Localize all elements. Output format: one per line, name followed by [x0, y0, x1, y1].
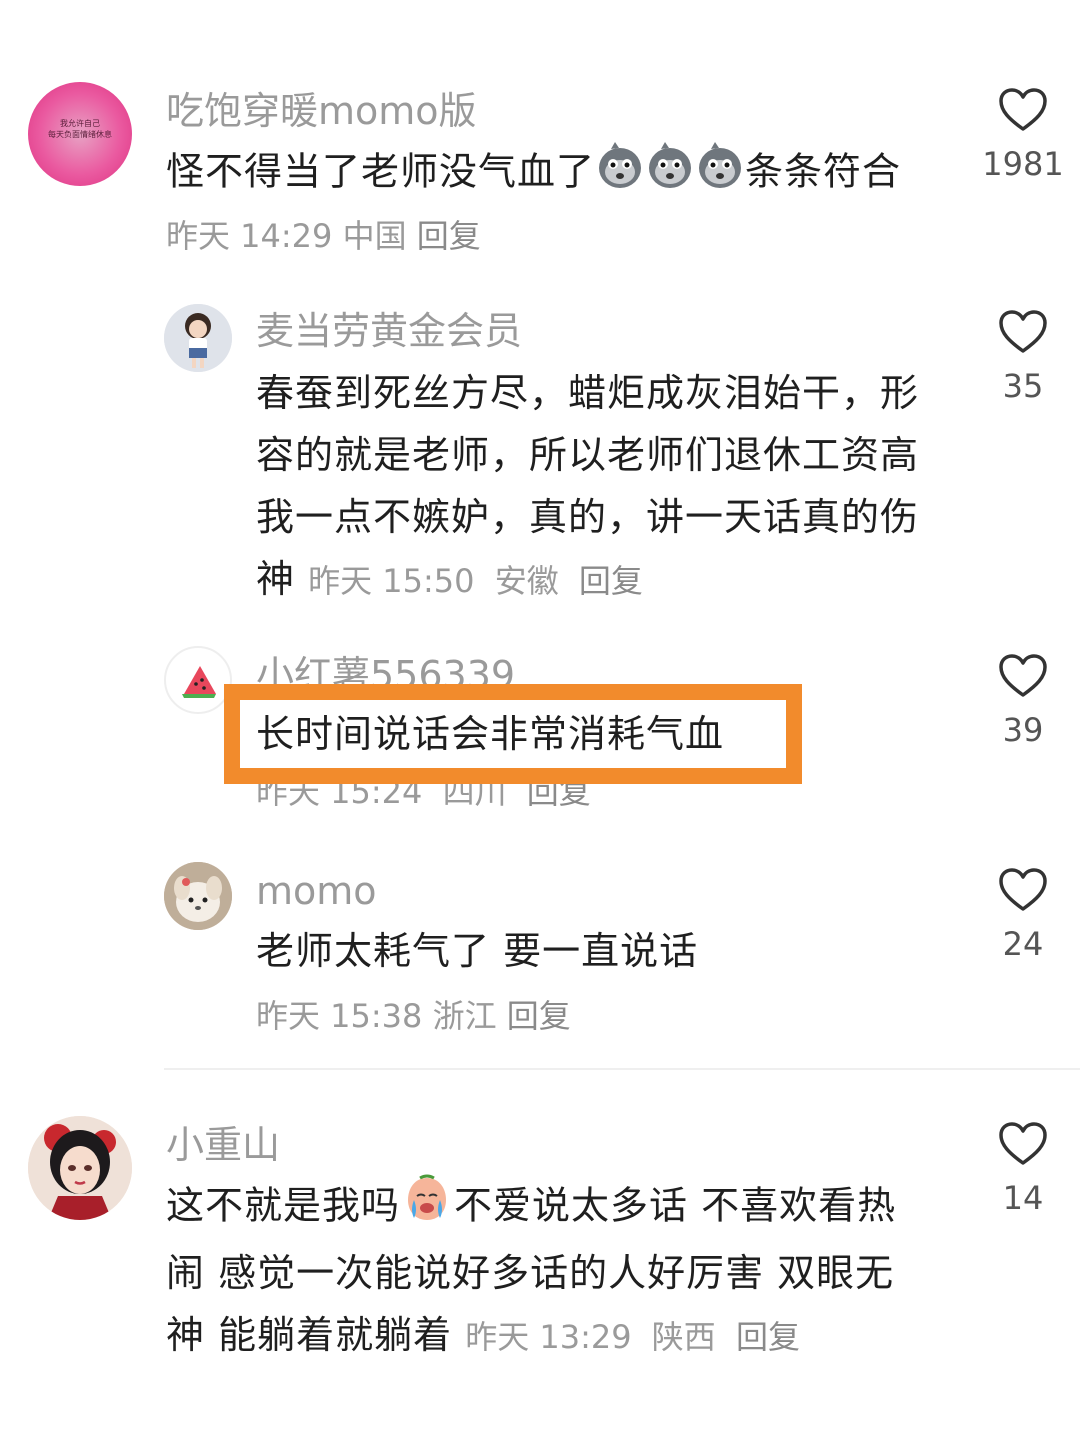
comment-location: 中国	[342, 217, 407, 255]
comment-location: 陕西	[651, 1318, 716, 1356]
sad-face-emoji	[647, 140, 693, 208]
sad-face-emoji	[597, 140, 643, 208]
like-button[interactable]: 1981	[968, 88, 1078, 182]
comment-text-part: 这不就是我吗	[166, 1183, 401, 1228]
comment-text: 老师太耗气了 要一直说话	[256, 929, 699, 973]
avatar[interactable]	[164, 862, 232, 930]
comment-meta: 昨天 15:50 安徽 回复	[308, 562, 643, 600]
comment-text-part: 怪不得当了老师没气血了	[166, 149, 596, 194]
comment-time: 昨天 15:50	[308, 562, 475, 600]
avatar[interactable]	[28, 1116, 132, 1220]
comment-time: 昨天 13:29	[465, 1318, 632, 1356]
like-button[interactable]: 35	[968, 310, 1078, 404]
avatar-ancient-girl-icon	[28, 1116, 132, 1220]
like-count: 1981	[982, 145, 1064, 183]
reply-button[interactable]: 回复	[417, 217, 481, 255]
comment-author[interactable]: 小红薯556339	[256, 652, 656, 684]
reply-button[interactable]: 回复	[736, 1318, 800, 1356]
comment-location: 四川	[442, 784, 507, 811]
reply-button[interactable]: 回复	[507, 997, 571, 1035]
like-button[interactable]: 39	[968, 654, 1078, 748]
comment-time: 昨天 15:24	[256, 784, 423, 811]
avatar[interactable]	[164, 304, 232, 372]
reply-button[interactable]: 回复	[579, 562, 643, 600]
name-clip: 小红薯556339	[256, 648, 656, 684]
comment-location: 浙江	[432, 997, 497, 1035]
comment-location: 安徽	[494, 562, 559, 600]
avatar-girl-icon	[164, 304, 232, 372]
comment-meta: 昨天 15:38 浙江 回复	[256, 996, 571, 1036]
comment-author[interactable]: momo	[256, 868, 377, 914]
sad-face-emoji	[697, 140, 743, 208]
heart-icon	[999, 310, 1047, 353]
comment-author[interactable]: 麦当劳黄金会员	[256, 308, 522, 354]
comment-author[interactable]: 小重山	[166, 1122, 280, 1168]
comment-meta: 昨天 14:29 中国 回复	[166, 216, 481, 256]
comment-time: 昨天 15:38	[256, 997, 423, 1035]
avatar-dog-icon	[164, 862, 232, 930]
comment-time: 昨天 14:29	[166, 217, 333, 255]
heart-icon	[999, 1122, 1047, 1165]
watermelon-icon	[182, 666, 216, 698]
comment-text: 长时间说话会非常消耗气血	[256, 712, 725, 756]
like-count: 35	[1002, 367, 1044, 405]
avatar[interactable]: 我允许自己 每天负面情绪休息	[28, 82, 132, 186]
divider	[164, 1068, 1080, 1070]
comment-text: 怪不得当了老师没气血了 条条符合	[166, 140, 956, 208]
like-count: 24	[1002, 925, 1044, 963]
comment-text: 这不就是我吗 不爱说太多话 不喜欢看热闹 感觉一次能说好多话的人好厉害 双眼无神 …	[166, 1174, 926, 1368]
heart-icon	[999, 88, 1047, 131]
comment-meta: 昨天 13:29 陕西 回复	[465, 1318, 800, 1356]
comment-text: 春蚕到死丝方尽，蜡炬成灰泪始干，形容的就是老师，所以老师们退休工资高我一点不嫉妒…	[256, 362, 956, 612]
heart-icon	[999, 868, 1047, 911]
avatar-text: 我允许自己 每天负面情绪休息	[48, 119, 112, 139]
meta-clip: 昨天 15:24 四川 回复	[256, 784, 656, 818]
crying-face-emoji	[402, 1174, 452, 1242]
like-count: 39	[1002, 711, 1044, 749]
like-button[interactable]: 24	[968, 868, 1078, 962]
avatar[interactable]	[164, 646, 232, 714]
like-button[interactable]: 14	[968, 1122, 1078, 1216]
heart-icon	[999, 654, 1047, 697]
like-count: 14	[1002, 1179, 1044, 1217]
reply-button[interactable]: 回复	[527, 784, 591, 811]
comment-author[interactable]: 吃饱穿暖momo版	[166, 88, 477, 134]
comment-text-part: 条条符合	[745, 149, 902, 194]
comment-meta: 昨天 15:24 四川 回复	[256, 784, 656, 812]
